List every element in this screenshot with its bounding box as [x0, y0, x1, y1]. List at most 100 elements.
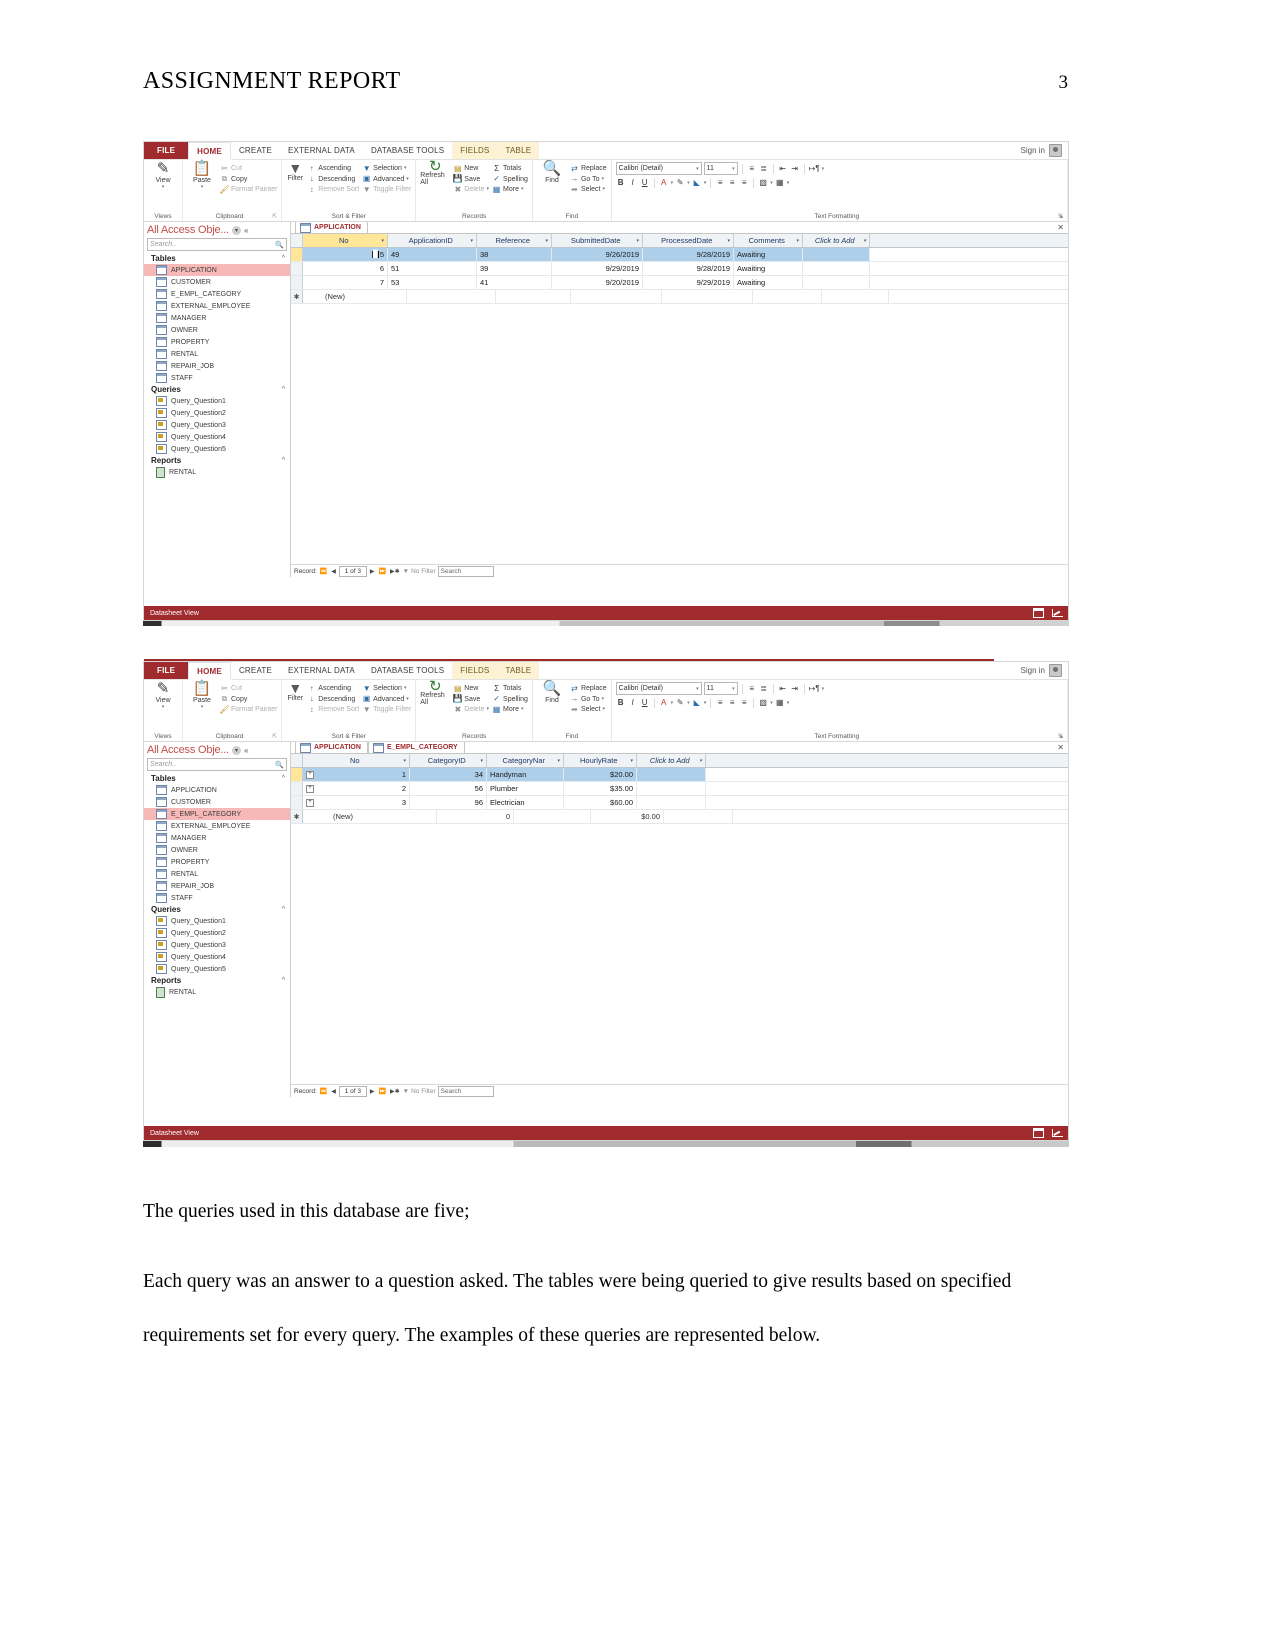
- cell-blank[interactable]: [753, 290, 822, 303]
- go-to-button[interactable]: → Go To ▾: [570, 175, 607, 184]
- cell-no[interactable]: + 3: [303, 796, 410, 809]
- totals-button[interactable]: Σ Totals: [492, 684, 528, 693]
- sidebar-item-customer[interactable]: CUSTOMER: [144, 276, 290, 288]
- decrease-indent-button[interactable]: ⇤: [778, 163, 788, 174]
- sidebar-item-rental[interactable]: RENTAL: [144, 348, 290, 360]
- view-button[interactable]: ✎ View ▾: [148, 161, 178, 190]
- first-record-button[interactable]: ⏪: [319, 568, 328, 575]
- sign-in-area[interactable]: Sign in: [1021, 142, 1068, 159]
- descending-button[interactable]: ↓ Descending: [307, 175, 359, 184]
- cell-categoryid[interactable]: 0: [437, 810, 514, 823]
- bullet-list-button[interactable]: ≡: [747, 683, 757, 694]
- cell-blank[interactable]: [803, 248, 870, 261]
- cell-hourlyrate[interactable]: $20.00: [564, 768, 637, 781]
- cut-button[interactable]: ✂ Cut: [220, 684, 277, 693]
- sidebar-item-query-question3[interactable]: Query_Question3: [144, 419, 290, 431]
- cell-categoryname[interactable]: Electrician: [487, 796, 564, 809]
- gridlines-icon[interactable]: ▦: [775, 697, 785, 708]
- format-painter-button[interactable]: 🖌 Format Painter: [219, 185, 277, 194]
- table-row[interactable]: 6 51 39 9/29/2019 9/28/2019 Awaiting: [291, 262, 1068, 276]
- replace-button[interactable]: ⇄ Replace: [570, 164, 607, 173]
- sidebar-item-staff[interactable]: STAFF: [144, 892, 290, 904]
- sidebar-item-external-employee[interactable]: EXTERNAL_EMPLOYEE: [144, 300, 290, 312]
- cell-blank[interactable]: [662, 290, 753, 303]
- row-selector[interactable]: [291, 248, 303, 261]
- alternate-row-color-icon[interactable]: ▧: [758, 697, 768, 708]
- italic-button[interactable]: I: [628, 697, 638, 708]
- cell-reference[interactable]: 41: [477, 276, 552, 289]
- expand-subdatasheet-icon[interactable]: +: [306, 770, 314, 779]
- expand-subdatasheet-icon[interactable]: +: [306, 784, 314, 793]
- cell-categoryid[interactable]: 56: [410, 782, 487, 795]
- nav-group-queries[interactable]: Queries ^: [144, 904, 290, 915]
- sidebar-item-repair-job[interactable]: REPAIR_JOB: [144, 880, 290, 892]
- datasheet-view-icon[interactable]: [1033, 608, 1044, 618]
- cell-processeddate[interactable]: 9/29/2019: [643, 276, 734, 289]
- refresh-all-button[interactable]: ↻ Refresh All: [420, 679, 450, 707]
- sidebar-item-application[interactable]: APPLICATION: [144, 264, 290, 276]
- align-right-button[interactable]: ≡: [739, 697, 749, 708]
- next-record-button[interactable]: ▶: [369, 568, 376, 575]
- doc-tab-application[interactable]: APPLICATION: [295, 742, 368, 753]
- collapse-nav-pane-icon[interactable]: «: [244, 746, 248, 755]
- nav-search-input[interactable]: Search.. 🔍: [147, 758, 287, 771]
- table-row[interactable]: + 1 34 Handyman $20.00: [291, 768, 1068, 782]
- col-header-no[interactable]: No ▾: [303, 754, 410, 767]
- sidebar-item-customer[interactable]: CUSTOMER: [144, 796, 290, 808]
- text-direction-button[interactable]: ↦¶: [809, 683, 820, 694]
- cell-applicationid[interactable]: 49: [388, 248, 477, 261]
- cell-processeddate[interactable]: 9/28/2019: [643, 262, 734, 275]
- save-record-button[interactable]: 💾 Save: [453, 175, 489, 184]
- font-size-combobox[interactable]: 11 ▾: [703, 162, 738, 175]
- spelling-button[interactable]: ✓ Spelling: [492, 175, 528, 184]
- cell-submitteddate[interactable]: 9/29/2019: [552, 262, 643, 275]
- collapse-ribbon-button[interactable]: ▴: [1059, 212, 1063, 220]
- cell-no[interactable]: 7: [303, 276, 388, 289]
- cell-blank[interactable]: [822, 290, 889, 303]
- toggle-filter-button[interactable]: ▼ Toggle Filter: [362, 705, 412, 714]
- cell-blank[interactable]: [803, 262, 870, 275]
- underline-button[interactable]: U: [640, 697, 650, 708]
- filter-button[interactable]: ▼ Filter: [286, 681, 304, 702]
- sidebar-item-staff[interactable]: STAFF: [144, 372, 290, 384]
- doc-tab-application[interactable]: APPLICATION: [295, 222, 368, 233]
- cut-button[interactable]: ✂ Cut: [220, 164, 277, 173]
- cell-blank[interactable]: [803, 276, 870, 289]
- sidebar-item-owner[interactable]: OWNER: [144, 844, 290, 856]
- row-selector[interactable]: [291, 262, 303, 275]
- bold-button[interactable]: B: [616, 697, 626, 708]
- cell-categoryid[interactable]: 34: [410, 768, 487, 781]
- cell-new-label[interactable]: (New): [303, 810, 437, 823]
- font-size-combobox[interactable]: 11 ▾: [703, 682, 738, 695]
- cell-comments[interactable]: Awaiting: [734, 262, 803, 275]
- view-button[interactable]: ✎ View ▾: [148, 681, 178, 710]
- row-selector-new[interactable]: ✱: [291, 810, 303, 823]
- text-highlight-icon[interactable]: ✎: [675, 697, 685, 708]
- save-record-button[interactable]: 💾 Save: [453, 695, 489, 704]
- select-button[interactable]: ➦ Select ▾: [570, 705, 607, 714]
- next-record-button[interactable]: ▶: [369, 1088, 376, 1095]
- sidebar-item-query-question1[interactable]: Query_Question1: [144, 395, 290, 407]
- advanced-button[interactable]: ▣ Advanced ▾: [362, 175, 411, 184]
- datasheet-view-icon[interactable]: [1033, 1128, 1044, 1138]
- record-position[interactable]: 1 of 3: [338, 1085, 367, 1097]
- bullet-list-button[interactable]: ≡: [747, 163, 757, 174]
- table-row[interactable]: █ 5 49 38 9/26/2019 9/28/2019 Awaiting: [291, 248, 1068, 262]
- cell-applicationid[interactable]: 51: [388, 262, 477, 275]
- more-button[interactable]: ▦ More ▾: [492, 185, 528, 194]
- sidebar-item-query-question5[interactable]: Query_Question5: [144, 443, 290, 455]
- col-header-categoryname[interactable]: CategoryNar ▾: [487, 754, 564, 767]
- cell-hourlyrate[interactable]: $60.00: [564, 796, 637, 809]
- tab-create[interactable]: CREATE: [231, 662, 280, 679]
- tab-home[interactable]: HOME: [188, 142, 231, 160]
- descending-button[interactable]: ↓ Descending: [307, 695, 359, 704]
- sidebar-item-query-question2[interactable]: Query_Question2: [144, 927, 290, 939]
- cell-comments[interactable]: Awaiting: [734, 248, 803, 261]
- tab-file[interactable]: FILE: [144, 662, 189, 679]
- col-header-processeddate[interactable]: ProcessedDate ▾: [643, 234, 734, 247]
- table-row[interactable]: + 3 96 Electrician $60.00: [291, 796, 1068, 810]
- cell-categoryname[interactable]: Plumber: [487, 782, 564, 795]
- go-to-button[interactable]: → Go To ▾: [570, 695, 607, 704]
- last-record-button[interactable]: ⏩: [378, 1088, 387, 1095]
- sidebar-item-query-question4[interactable]: Query_Question4: [144, 431, 290, 443]
